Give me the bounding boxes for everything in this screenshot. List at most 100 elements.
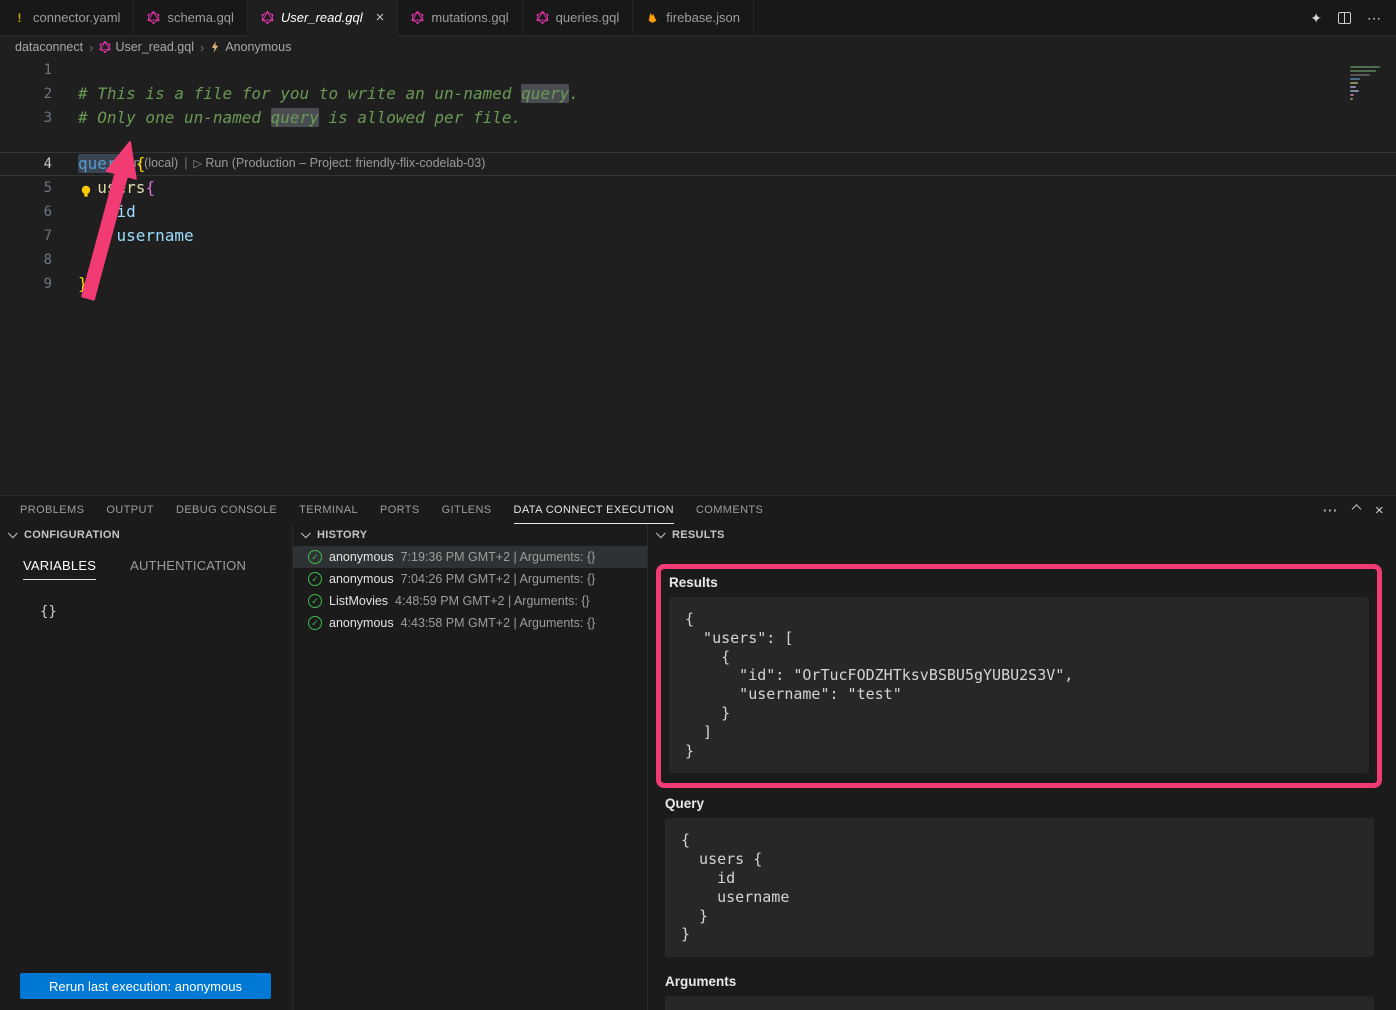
tab-user-read-gql[interactable]: User_read.gql × <box>248 0 398 36</box>
results-content: Results { "users": [ { "id": "OrTucFODZH… <box>648 546 1396 1010</box>
chevron-right-icon: › <box>199 40 205 55</box>
success-check-icon: ✓ <box>308 594 322 608</box>
copilot-sparkle-icon[interactable]: ✦ <box>1310 11 1322 25</box>
code-line[interactable]: 3 # Only one un-named query is allowed p… <box>0 106 1396 130</box>
symbol-operation-icon <box>210 41 221 53</box>
tab-label: firebase.json <box>666 10 740 25</box>
tab-label: mutations.gql <box>431 10 508 25</box>
panel-tab-ports[interactable]: PORTS <box>380 496 420 524</box>
line-number: 3 <box>0 106 52 130</box>
minimap[interactable] <box>1350 62 1384 106</box>
graphql-icon <box>536 11 549 24</box>
code-line-current[interactable]: 4 query { <box>0 152 1396 176</box>
comment-text: is allowed per file. <box>319 108 521 127</box>
breadcrumb-file[interactable]: User_read.gql <box>99 40 194 54</box>
history-item-name: ListMovies <box>329 594 388 608</box>
configuration-section-header[interactable]: CONFIGURATION <box>0 524 292 546</box>
brace-token: { <box>145 178 155 197</box>
tab-queries-gql[interactable]: queries.gql <box>523 0 634 36</box>
history-item-detail: 4:43:58 PM GMT+2 | Arguments: {} <box>401 616 596 630</box>
query-heading: Query <box>665 796 1396 811</box>
configuration-title: CONFIGURATION <box>24 529 120 541</box>
codelens-row: ▷ Run (local)|▷ Run (Production – Projec… <box>0 130 1396 152</box>
history-item[interactable]: ✓ anonymous 7:04:26 PM GMT+2 | Arguments… <box>293 568 647 590</box>
more-actions-icon[interactable]: ⋯ <box>1367 11 1381 25</box>
arguments-heading: Arguments <box>665 974 1396 989</box>
tab-label: schema.gql <box>167 10 233 25</box>
code-editor[interactable]: 1 2 # This is a file for you to write an… <box>0 58 1396 495</box>
chevron-down-icon <box>301 528 311 538</box>
results-heading: Results <box>669 575 1369 590</box>
vscode-window: ! connector.yaml schema.gql User_read.gq… <box>0 0 1396 1010</box>
code-line[interactable]: 7 username <box>0 224 1396 248</box>
breadcrumb-folder[interactable]: dataconnect <box>15 40 83 54</box>
history-item[interactable]: ✓ anonymous 7:19:36 PM GMT+2 | Arguments… <box>293 546 647 568</box>
tab-authentication[interactable]: AUTHENTICATION <box>130 558 246 580</box>
code-line[interactable]: 5 users{ <box>0 176 1396 200</box>
comment-text: . <box>569 84 579 103</box>
panel-tab-terminal[interactable]: TERMINAL <box>299 496 358 524</box>
panel-tab-data-connect-execution[interactable]: DATA CONNECT EXECUTION <box>514 496 674 524</box>
results-section: RESULTS Results { "users": [ { "id": "Or… <box>648 524 1396 1010</box>
history-section-header[interactable]: HISTORY <box>293 524 647 546</box>
line-number: 4 <box>0 153 52 175</box>
tab-bar-actions: ✦ ⋯ <box>754 0 1396 36</box>
close-icon[interactable]: × <box>376 10 385 25</box>
annotation-highlight-box: Results { "users": [ { "id": "OrTucFODZH… <box>656 564 1382 788</box>
tab-variables[interactable]: VARIABLES <box>23 558 96 580</box>
history-item[interactable]: ✓ ListMovies 4:48:59 PM GMT+2 | Argument… <box>293 590 647 612</box>
line-number: 6 <box>0 200 52 224</box>
word-occurrence-highlight: query <box>271 108 319 127</box>
yaml-icon: ! <box>13 11 26 25</box>
panel-tab-problems[interactable]: PROBLEMS <box>20 496 84 524</box>
history-item-detail: 4:48:59 PM GMT+2 | Arguments: {} <box>395 594 590 608</box>
success-check-icon: ✓ <box>308 572 322 586</box>
panel-tab-debug-console[interactable]: DEBUG CONSOLE <box>176 496 277 524</box>
code-line[interactable]: 1 <box>0 58 1396 82</box>
query-text: { users { id username } } <box>665 818 1374 957</box>
breadcrumb-symbol[interactable]: Anonymous <box>210 40 291 54</box>
close-panel-icon[interactable]: × <box>1375 503 1384 518</box>
line-number: 9 <box>0 272 52 296</box>
tab-connector-yaml[interactable]: ! connector.yaml <box>0 0 134 36</box>
bottom-panel: PROBLEMS OUTPUT DEBUG CONSOLE TERMINAL P… <box>0 495 1396 1010</box>
results-json: { "users": [ { "id": "OrTucFODZHTksvBSBU… <box>669 597 1369 773</box>
tab-firebase-json[interactable]: firebase.json <box>633 0 754 36</box>
history-item-name: anonymous <box>329 572 394 586</box>
tab-mutations-gql[interactable]: mutations.gql <box>398 0 522 36</box>
panel-body: CONFIGURATION VARIABLES AUTHENTICATION {… <box>0 524 1396 1010</box>
split-editor-icon[interactable] <box>1338 12 1351 24</box>
results-section-header[interactable]: RESULTS <box>648 524 1396 546</box>
maximize-panel-icon[interactable] <box>1351 504 1361 514</box>
firebase-icon <box>646 11 659 24</box>
code-line[interactable]: 8 } <box>0 248 1396 272</box>
panel-actions: ⋯ × <box>1322 496 1384 524</box>
breadcrumb-file-label: User_read.gql <box>115 40 194 54</box>
panel-more-actions-icon[interactable]: ⋯ <box>1322 503 1337 518</box>
code-line[interactable]: 6 id <box>0 200 1396 224</box>
panel-tab-output[interactable]: OUTPUT <box>106 496 154 524</box>
editor-tab-bar: ! connector.yaml schema.gql User_read.gq… <box>0 0 1396 36</box>
brace-token: { <box>126 154 145 173</box>
graphql-icon <box>261 11 274 24</box>
tab-label: User_read.gql <box>281 10 363 25</box>
panel-tab-bar: PROBLEMS OUTPUT DEBUG CONSOLE TERMINAL P… <box>0 496 1396 524</box>
tab-schema-gql[interactable]: schema.gql <box>134 0 247 36</box>
username-field-token: username <box>78 226 194 245</box>
comment-text: # Only one un-named <box>78 108 271 127</box>
history-item-detail: 7:19:36 PM GMT+2 | Arguments: {} <box>401 550 596 564</box>
history-item-name: anonymous <box>329 616 394 630</box>
chevron-down-icon <box>656 528 666 538</box>
configuration-section: CONFIGURATION VARIABLES AUTHENTICATION {… <box>0 524 293 1010</box>
brace-token: } <box>78 274 88 293</box>
panel-tab-comments[interactable]: COMMENTS <box>696 496 763 524</box>
panel-tab-gitlens[interactable]: GITLENS <box>442 496 492 524</box>
id-field-token: id <box>78 202 136 221</box>
rerun-last-execution-button[interactable]: Rerun last execution: anonymous <box>20 973 271 999</box>
tab-label: queries.gql <box>556 10 620 25</box>
history-title: HISTORY <box>317 529 367 541</box>
code-line[interactable]: 9 } <box>0 272 1396 296</box>
code-line[interactable]: 2 # This is a file for you to write an u… <box>0 82 1396 106</box>
brace-token: } <box>78 250 107 269</box>
history-item[interactable]: ✓ anonymous 4:43:58 PM GMT+2 | Arguments… <box>293 612 647 634</box>
